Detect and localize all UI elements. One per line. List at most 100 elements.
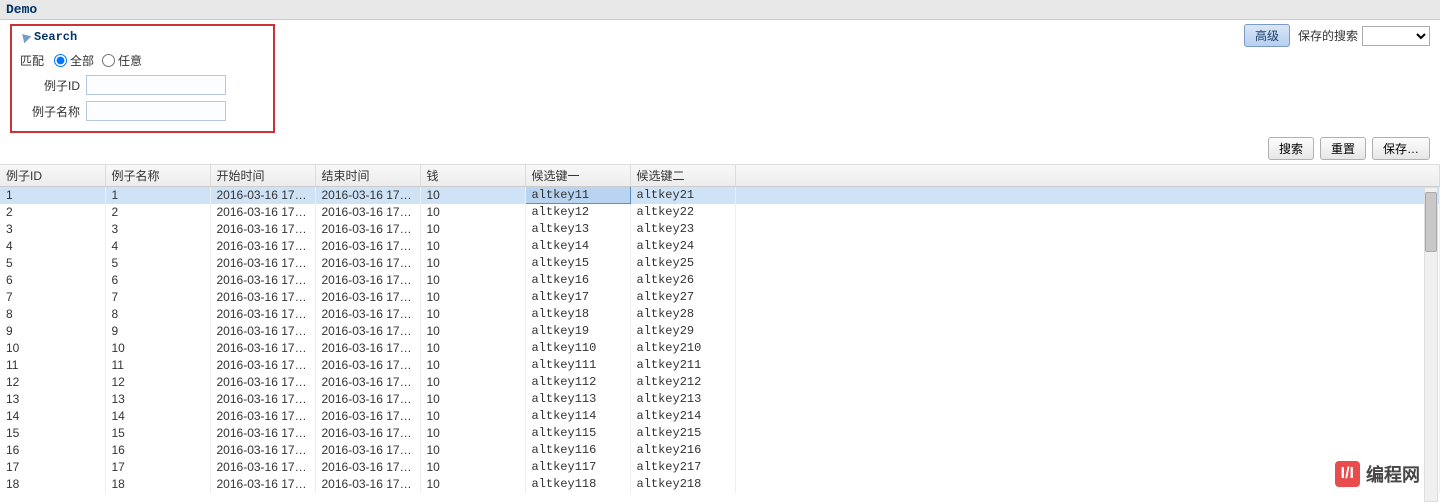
cell-end[interactable]: 2016-03-16 17:…	[315, 340, 420, 357]
cell-money[interactable]: 10	[420, 374, 525, 391]
cell-end[interactable]: 2016-03-16 17:…	[315, 323, 420, 340]
save-button[interactable]: 保存…	[1372, 137, 1430, 160]
cell-start[interactable]: 2016-03-16 17:…	[210, 442, 315, 459]
cell-id[interactable]: 5	[0, 255, 105, 272]
cell-alt2[interactable]: altkey210	[630, 340, 735, 357]
cell-end[interactable]: 2016-03-16 17:…	[315, 357, 420, 374]
table-row[interactable]: 10102016-03-16 17:…2016-03-16 17:…10altk…	[0, 340, 1440, 357]
cell-alt2[interactable]: altkey218	[630, 476, 735, 493]
cell-id[interactable]: 17	[0, 459, 105, 476]
table-row[interactable]: 16162016-03-16 17:…2016-03-16 17:…10altk…	[0, 442, 1440, 459]
column-header[interactable]: 候选键二	[630, 165, 735, 187]
cell-alt1[interactable]: altkey16	[525, 272, 630, 289]
cell-money[interactable]: 10	[420, 459, 525, 476]
cell-start[interactable]: 2016-03-16 17:…	[210, 238, 315, 255]
cell-money[interactable]: 10	[420, 306, 525, 323]
cell-alt1[interactable]: altkey116	[525, 442, 630, 459]
cell-end[interactable]: 2016-03-16 17:…	[315, 442, 420, 459]
cell-start[interactable]: 2016-03-16 17:…	[210, 204, 315, 221]
cell-alt2[interactable]: altkey216	[630, 442, 735, 459]
advanced-button[interactable]: 高级	[1244, 24, 1290, 47]
cell-alt2[interactable]: altkey213	[630, 391, 735, 408]
cell-alt1[interactable]: altkey14	[525, 238, 630, 255]
cell-id[interactable]: 6	[0, 272, 105, 289]
cell-money[interactable]: 10	[420, 323, 525, 340]
column-header[interactable]: 例子名称	[105, 165, 210, 187]
cell-start[interactable]: 2016-03-16 17:…	[210, 272, 315, 289]
table-row[interactable]: 442016-03-16 17:…2016-03-16 17:…10altkey…	[0, 238, 1440, 255]
cell-start[interactable]: 2016-03-16 17:…	[210, 187, 315, 204]
cell-name[interactable]: 6	[105, 272, 210, 289]
cell-name[interactable]: 8	[105, 306, 210, 323]
cell-money[interactable]: 10	[420, 255, 525, 272]
cell-id[interactable]: 14	[0, 408, 105, 425]
table-row[interactable]: 12122016-03-16 17:…2016-03-16 17:…10altk…	[0, 374, 1440, 391]
cell-id[interactable]: 3	[0, 221, 105, 238]
cell-end[interactable]: 2016-03-16 17:…	[315, 221, 420, 238]
cell-alt1[interactable]: altkey112	[525, 374, 630, 391]
table-row[interactable]: 332016-03-16 17:…2016-03-16 17:…10altkey…	[0, 221, 1440, 238]
cell-end[interactable]: 2016-03-16 17:…	[315, 476, 420, 493]
cell-start[interactable]: 2016-03-16 17:…	[210, 255, 315, 272]
cell-id[interactable]: 11	[0, 357, 105, 374]
cell-id[interactable]: 7	[0, 289, 105, 306]
cell-money[interactable]: 10	[420, 408, 525, 425]
cell-id[interactable]: 15	[0, 425, 105, 442]
cell-money[interactable]: 10	[420, 357, 525, 374]
table-row[interactable]: 552016-03-16 17:…2016-03-16 17:…10altkey…	[0, 255, 1440, 272]
cell-start[interactable]: 2016-03-16 17:…	[210, 408, 315, 425]
cell-alt2[interactable]: altkey22	[630, 204, 735, 221]
table-row[interactable]: 14142016-03-16 17:…2016-03-16 17:…10altk…	[0, 408, 1440, 425]
reset-button[interactable]: 重置	[1320, 137, 1366, 160]
cell-name[interactable]: 17	[105, 459, 210, 476]
column-header[interactable]: 结束时间	[315, 165, 420, 187]
cell-id[interactable]: 2	[0, 204, 105, 221]
radio-any[interactable]	[102, 54, 115, 67]
cell-alt1[interactable]: altkey19	[525, 323, 630, 340]
cell-money[interactable]: 10	[420, 391, 525, 408]
cell-alt1[interactable]: altkey15	[525, 255, 630, 272]
cell-alt2[interactable]: altkey28	[630, 306, 735, 323]
cell-name[interactable]: 2	[105, 204, 210, 221]
cell-alt1[interactable]: altkey12	[525, 204, 630, 221]
cell-money[interactable]: 10	[420, 289, 525, 306]
table-row[interactable]: 992016-03-16 17:…2016-03-16 17:…10altkey…	[0, 323, 1440, 340]
cell-name[interactable]: 4	[105, 238, 210, 255]
cell-name[interactable]: 15	[105, 425, 210, 442]
cell-alt1[interactable]: altkey114	[525, 408, 630, 425]
cell-name[interactable]: 5	[105, 255, 210, 272]
field-id-input[interactable]	[86, 75, 226, 95]
saved-search-select[interactable]	[1362, 26, 1430, 46]
cell-id[interactable]: 16	[0, 442, 105, 459]
cell-alt1[interactable]: altkey18	[525, 306, 630, 323]
cell-money[interactable]: 10	[420, 204, 525, 221]
cell-alt2[interactable]: altkey214	[630, 408, 735, 425]
field-name-input[interactable]	[86, 101, 226, 121]
cell-start[interactable]: 2016-03-16 17:…	[210, 323, 315, 340]
column-header[interactable]: 例子ID	[0, 165, 105, 187]
table-row[interactable]: 222016-03-16 17:…2016-03-16 17:…10altkey…	[0, 204, 1440, 221]
search-header[interactable]: Search	[20, 30, 265, 44]
table-row[interactable]: 17172016-03-16 17:…2016-03-16 17:…10altk…	[0, 459, 1440, 476]
cell-end[interactable]: 2016-03-16 17:…	[315, 289, 420, 306]
cell-money[interactable]: 10	[420, 425, 525, 442]
table-row[interactable]: 18182016-03-16 17:…2016-03-16 17:…10altk…	[0, 476, 1440, 493]
vertical-scrollbar[interactable]	[1424, 187, 1438, 502]
cell-end[interactable]: 2016-03-16 17:…	[315, 238, 420, 255]
cell-money[interactable]: 10	[420, 340, 525, 357]
cell-id[interactable]: 13	[0, 391, 105, 408]
cell-name[interactable]: 7	[105, 289, 210, 306]
radio-all[interactable]	[54, 54, 67, 67]
cell-start[interactable]: 2016-03-16 17:…	[210, 374, 315, 391]
cell-name[interactable]: 14	[105, 408, 210, 425]
cell-alt2[interactable]: altkey23	[630, 221, 735, 238]
cell-id[interactable]: 12	[0, 374, 105, 391]
column-header[interactable]: 钱	[420, 165, 525, 187]
cell-alt2[interactable]: altkey21	[630, 187, 735, 204]
search-button[interactable]: 搜索	[1268, 137, 1314, 160]
cell-alt2[interactable]: altkey25	[630, 255, 735, 272]
cell-alt2[interactable]: altkey29	[630, 323, 735, 340]
cell-name[interactable]: 3	[105, 221, 210, 238]
cell-start[interactable]: 2016-03-16 17:…	[210, 221, 315, 238]
cell-alt2[interactable]: altkey217	[630, 459, 735, 476]
